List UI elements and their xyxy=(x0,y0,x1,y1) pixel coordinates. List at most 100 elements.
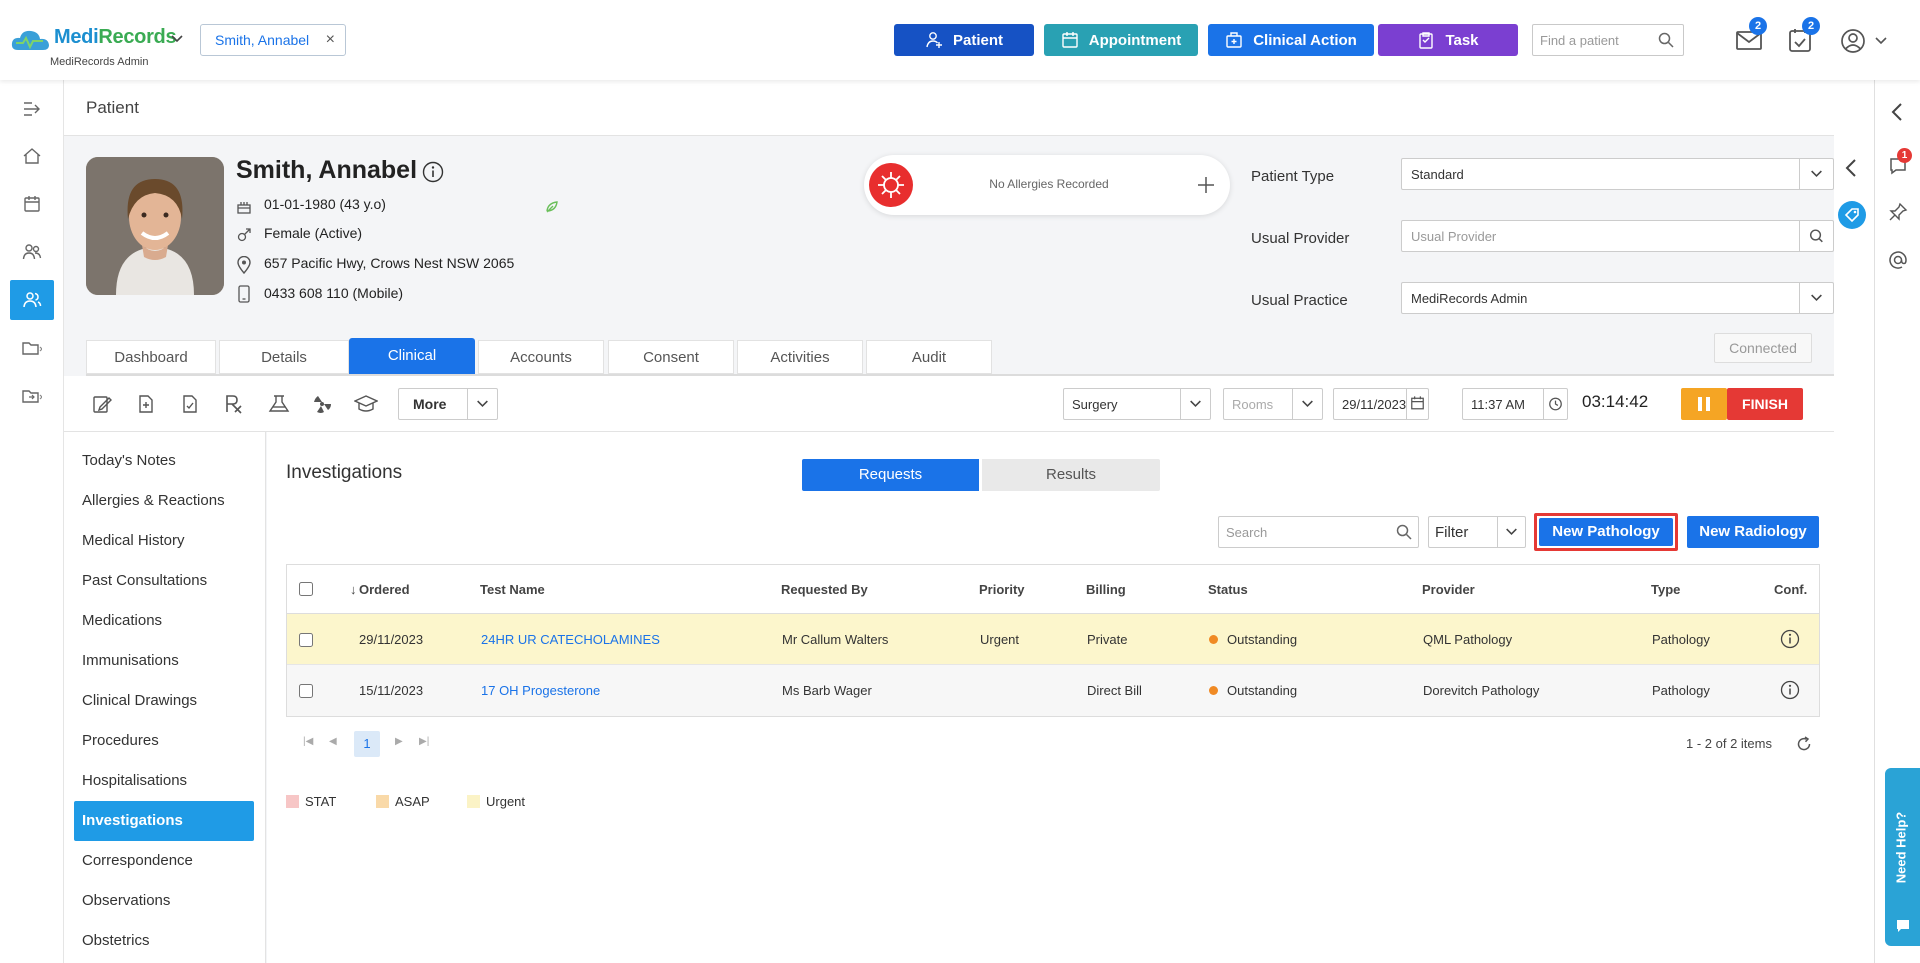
find-patient-input[interactable]: Find a patient xyxy=(1532,24,1684,56)
rooms-select[interactable]: Rooms xyxy=(1223,388,1323,420)
search-icon[interactable] xyxy=(1657,31,1675,49)
chevron-left-icon[interactable] xyxy=(1844,158,1860,178)
search-icon[interactable] xyxy=(1395,523,1413,541)
chevron-left-icon[interactable] xyxy=(1890,102,1906,122)
chevron-down-icon[interactable] xyxy=(1799,159,1833,189)
tab-details[interactable]: Details xyxy=(219,340,349,374)
tab-audit[interactable]: Audit xyxy=(866,340,992,374)
column-conf[interactable]: Conf. xyxy=(1774,582,1807,597)
pin-icon[interactable] xyxy=(1888,202,1908,222)
collapse-menu-icon[interactable] xyxy=(10,89,54,129)
new-appointment-button[interactable]: Appointment xyxy=(1044,24,1198,56)
tag-icon[interactable] xyxy=(1837,200,1867,230)
last-page-icon[interactable]: ▶| xyxy=(419,736,429,747)
app-logo[interactable]: MediRecords MediRecords Admin xyxy=(10,24,185,72)
info-icon[interactable] xyxy=(1780,680,1800,700)
chevron-down-icon[interactable] xyxy=(1874,34,1888,48)
radiology-icon[interactable] xyxy=(312,394,332,414)
new-task-button[interactable]: Task xyxy=(1378,24,1518,56)
info-icon[interactable] xyxy=(1780,629,1800,649)
user-avatar-icon[interactable] xyxy=(1840,28,1866,54)
new-patient-button[interactable]: Patient xyxy=(894,24,1034,56)
new-pathology-button[interactable]: New Pathology xyxy=(1539,518,1673,546)
search-icon[interactable] xyxy=(1799,221,1833,251)
chevron-down-icon[interactable] xyxy=(1497,517,1525,547)
column-requested-by[interactable]: Requested By xyxy=(781,582,868,597)
edit-note-icon[interactable] xyxy=(92,394,112,414)
time-picker[interactable]: 11:37 AM xyxy=(1462,388,1568,420)
chevron-down-icon[interactable] xyxy=(467,389,497,419)
nav-hospitalisations[interactable]: Hospitalisations xyxy=(74,761,254,801)
refresh-icon[interactable] xyxy=(1796,736,1812,752)
chevron-down-icon[interactable] xyxy=(1180,389,1210,419)
row-test-link[interactable]: 17 OH Progesterone xyxy=(481,683,600,698)
calendar-icon[interactable] xyxy=(10,184,54,224)
nav-clinical-drawings[interactable]: Clinical Drawings xyxy=(74,681,254,721)
table-row[interactable]: 29/11/2023 24HR UR CATECHOLAMINES Mr Cal… xyxy=(287,614,1819,665)
tab-consent[interactable]: Consent xyxy=(608,340,734,374)
nav-obstetrics[interactable]: Obstetrics xyxy=(74,921,254,961)
info-icon[interactable] xyxy=(422,161,444,183)
clock-icon[interactable] xyxy=(1543,389,1567,419)
table-row[interactable]: 15/11/2023 17 OH Progesterone Ms Barb Wa… xyxy=(287,665,1819,716)
folder-icon[interactable] xyxy=(10,328,54,368)
prescription-icon[interactable] xyxy=(224,394,244,414)
chevron-down-icon[interactable] xyxy=(1799,283,1833,313)
nav-todays-notes[interactable]: Today's Notes xyxy=(74,441,254,481)
leaf-icon[interactable] xyxy=(544,199,560,215)
column-billing[interactable]: Billing xyxy=(1086,582,1126,597)
more-tools-dropdown[interactable]: More xyxy=(398,388,498,420)
row-test-link[interactable]: 24HR UR CATECHOLAMINES xyxy=(481,632,660,647)
home-icon[interactable] xyxy=(10,136,54,176)
next-page-icon[interactable]: ▶ xyxy=(395,736,403,747)
need-help-tab[interactable]: Need Help? xyxy=(1885,768,1920,946)
row-checkbox[interactable] xyxy=(299,633,313,647)
column-status[interactable]: Status xyxy=(1208,582,1248,597)
sort-down-icon[interactable]: ↓ xyxy=(350,582,357,597)
finish-button[interactable]: FINISH xyxy=(1727,388,1803,420)
nav-medications[interactable]: Medications xyxy=(74,601,254,641)
patients-icon[interactable] xyxy=(10,280,54,320)
education-cap-icon[interactable] xyxy=(354,394,378,414)
requests-toggle[interactable]: Requests xyxy=(802,459,979,491)
tab-activities[interactable]: Activities xyxy=(737,340,863,374)
folder-export-icon[interactable] xyxy=(10,376,54,416)
column-test-name[interactable]: Test Name xyxy=(480,582,545,597)
calendar-icon[interactable] xyxy=(1406,389,1428,419)
tab-clinical[interactable]: Clinical xyxy=(349,338,475,374)
patient-type-select[interactable]: Standard xyxy=(1401,158,1834,190)
date-picker[interactable]: 29/11/2023 xyxy=(1333,388,1429,420)
nav-medical-history[interactable]: Medical History xyxy=(74,521,254,561)
nav-observations[interactable]: Observations xyxy=(74,881,254,921)
document-icon[interactable] xyxy=(136,394,156,414)
column-provider[interactable]: Provider xyxy=(1422,582,1475,597)
chevron-down-icon[interactable] xyxy=(170,32,184,46)
page-number[interactable]: 1 xyxy=(354,731,380,757)
tab-dashboard[interactable]: Dashboard xyxy=(86,340,216,374)
nav-investigations[interactable]: Investigations xyxy=(74,801,254,841)
nav-correspondence[interactable]: Correspondence xyxy=(74,841,254,881)
at-sign-icon[interactable] xyxy=(1888,250,1908,270)
select-all-checkbox[interactable] xyxy=(299,582,313,596)
nav-immunisations[interactable]: Immunisations xyxy=(74,641,254,681)
previous-page-icon[interactable]: ◀ xyxy=(329,736,337,747)
medical-note-icon[interactable] xyxy=(180,394,200,414)
open-patient-chip[interactable]: Smith, Annabel × xyxy=(200,24,346,56)
pathology-flask-icon[interactable] xyxy=(268,394,290,414)
add-allergy-icon[interactable] xyxy=(1196,175,1216,195)
tab-accounts[interactable]: Accounts xyxy=(478,340,604,374)
close-icon[interactable]: × xyxy=(326,31,335,49)
usual-practice-select[interactable]: MediRecords Admin xyxy=(1401,282,1834,314)
nav-procedures[interactable]: Procedures xyxy=(74,721,254,761)
location-select[interactable]: Surgery xyxy=(1063,388,1211,420)
chevron-down-icon[interactable] xyxy=(1292,389,1322,419)
clinical-action-button[interactable]: Clinical Action xyxy=(1208,24,1374,56)
filter-dropdown[interactable]: Filter xyxy=(1428,516,1526,548)
column-ordered[interactable]: Ordered xyxy=(359,582,410,597)
nav-allergies[interactable]: Allergies & Reactions xyxy=(74,481,254,521)
results-toggle[interactable]: Results xyxy=(982,459,1160,491)
pause-timer-button[interactable] xyxy=(1681,388,1727,420)
column-priority[interactable]: Priority xyxy=(979,582,1025,597)
first-page-icon[interactable]: |◀ xyxy=(303,736,313,747)
usual-provider-input[interactable]: Usual Provider xyxy=(1401,220,1834,252)
